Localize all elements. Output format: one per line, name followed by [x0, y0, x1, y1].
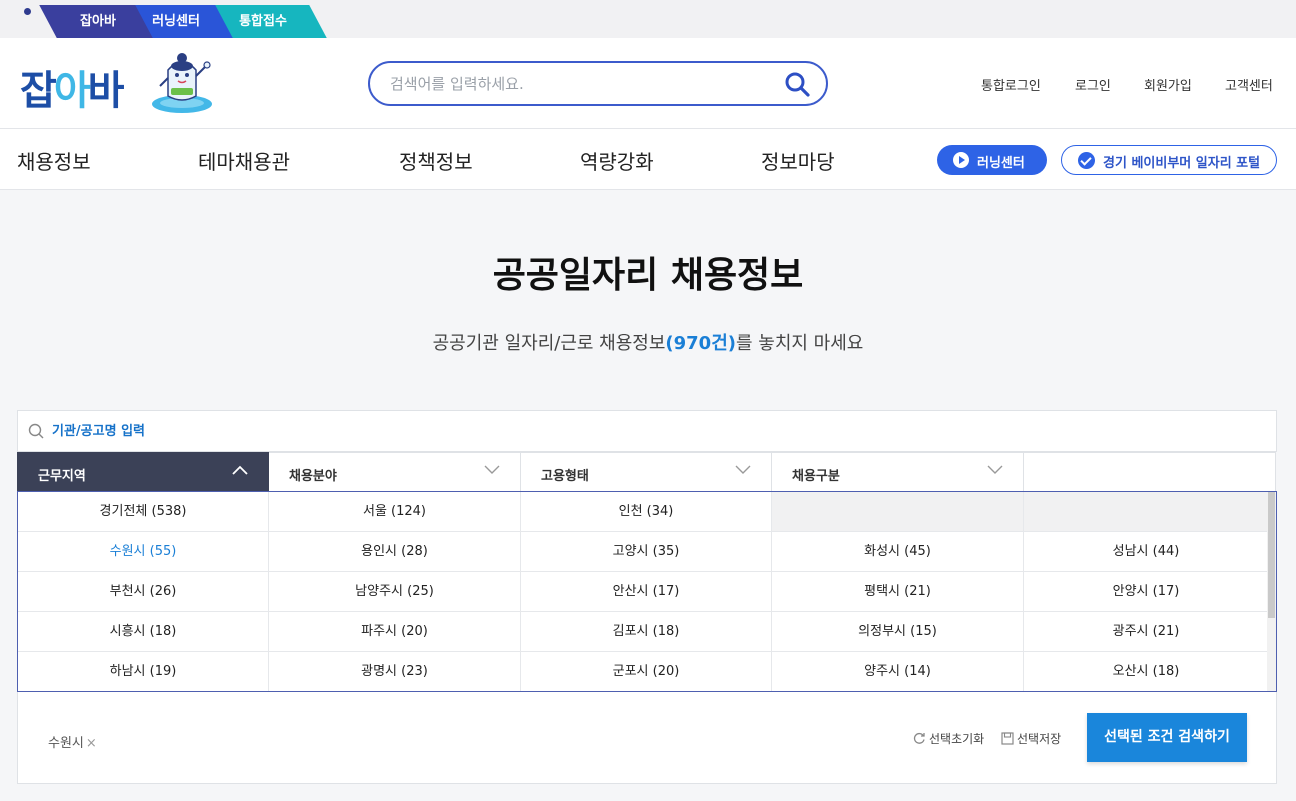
logo[interactable]: 잡아바: [20, 52, 220, 116]
tab-label: 채용분야: [289, 469, 337, 484]
portal-label: 경기 베이비부머 일자리 포털: [1103, 156, 1261, 171]
region-option[interactable]: 오산시 (18): [1024, 652, 1269, 691]
tab-label: 근무지역: [38, 469, 86, 484]
learning-center-button[interactable]: 러닝센터: [937, 145, 1047, 175]
site-tab-jobaba[interactable]: 잡아바: [39, 5, 153, 38]
search-box[interactable]: [368, 61, 828, 106]
search-selected-button[interactable]: 선택된 조건 검색하기: [1087, 713, 1247, 762]
nav-item-jobs[interactable]: 채용정보: [17, 146, 91, 175]
region-option[interactable]: 양주시 (14): [772, 652, 1024, 691]
region-options-grid: 오산시 (18) 양주시 (14) 군포시 (20) 광명시 (23) 하남시 (19)…: [17, 491, 1277, 692]
tab-label: 채용구분: [792, 469, 840, 484]
region-option[interactable]: 군포시 (20): [521, 652, 772, 691]
region-option[interactable]: 수원시 (55): [18, 532, 269, 572]
tab-employment-type[interactable]: 고용형태: [521, 452, 772, 492]
region-option[interactable]: 화성시 (45): [772, 532, 1024, 572]
region-option[interactable]: 안양시 (17): [1024, 572, 1269, 612]
selected-chip[interactable]: 수원시 ×: [48, 732, 97, 751]
region-option[interactable]: 평택시 (21): [772, 572, 1024, 612]
region-option[interactable]: 하남시 (19): [18, 652, 269, 691]
refresh-icon: [913, 732, 925, 744]
save-selection-button[interactable]: 선택저장: [1001, 730, 1061, 747]
tab-field[interactable]: 채용분야: [269, 452, 521, 492]
job-count: (970건): [665, 333, 736, 354]
region-option[interactable]: 용인시 (28): [269, 532, 521, 572]
util-link-integrated-login[interactable]: 통합로그인: [981, 75, 1041, 94]
main-nav: 채용정보 테마채용관 정책정보 역량강화 정보마당 러닝센터 경기 베이비부머 …: [0, 128, 1296, 190]
region-option[interactable]: 인천 (34): [521, 492, 772, 532]
chevron-down-icon: [735, 465, 751, 474]
util-link-support[interactable]: 고객센터: [1225, 75, 1273, 94]
region-option[interactable]: 서울 (124): [269, 492, 521, 532]
chevron-down-icon: [987, 465, 1003, 474]
chip-label: 수원시: [48, 736, 84, 751]
page-title: 공공일자리 채용정보: [492, 255, 804, 296]
chevron-up-icon: [232, 465, 248, 475]
nav-item-policy[interactable]: 정책정보: [399, 146, 473, 175]
subtitle-text: 공공기관 일자리/근로 채용정보: [432, 333, 666, 354]
check-circle-icon: [1078, 152, 1095, 169]
region-option[interactable]: 남양주시 (25): [269, 572, 521, 612]
nav-item-theme[interactable]: 테마채용관: [198, 146, 290, 175]
region-option[interactable]: 파주시 (20): [269, 612, 521, 652]
decorative-dot: [24, 8, 31, 15]
reset-selection-button[interactable]: 선택초기화: [913, 730, 984, 747]
keyword-input[interactable]: [52, 420, 652, 442]
region-option[interactable]: 광명시 (23): [269, 652, 521, 691]
subtitle-text: 를 놓치지 마세요: [736, 333, 864, 354]
mascot-icon: [152, 53, 212, 113]
region-option[interactable]: 시흥시 (18): [18, 612, 269, 652]
keyword-search-box[interactable]: [17, 410, 1277, 452]
region-option[interactable]: 광주시 (21): [1024, 612, 1269, 652]
play-icon: [953, 152, 969, 168]
tab-label: 고용형태: [541, 469, 589, 484]
scrollbar[interactable]: [1267, 492, 1276, 691]
region-empty-cell: [772, 492, 1024, 532]
region-option[interactable]: 안산시 (17): [521, 572, 772, 612]
save-icon: [1001, 732, 1014, 745]
close-icon[interactable]: ×: [86, 736, 97, 751]
region-option[interactable]: 의정부시 (15): [772, 612, 1024, 652]
region-option[interactable]: 성남시 (44): [1024, 532, 1269, 572]
util-link-login[interactable]: 로그인: [1075, 75, 1111, 94]
tab-empty: [1024, 452, 1276, 492]
region-option[interactable]: 고양시 (35): [521, 532, 772, 572]
logo-part: 잡: [20, 68, 57, 114]
scrollbar-thumb[interactable]: [1268, 492, 1275, 618]
portal-button[interactable]: 경기 베이비부머 일자리 포털: [1061, 145, 1277, 175]
page-subtitle: 공공기관 일자리/근로 채용정보(970건)를 놓치지 마세요: [0, 329, 1296, 355]
nav-item-skills[interactable]: 역량강화: [580, 146, 654, 175]
search-icon[interactable]: [784, 71, 810, 97]
region-option[interactable]: 김포시 (18): [521, 612, 772, 652]
site-tab-label: 잡아바: [80, 14, 116, 29]
util-link-signup[interactable]: 회원가입: [1144, 75, 1192, 94]
search-icon: [28, 423, 44, 439]
save-label: 선택저장: [1017, 732, 1062, 746]
logo-text: 잡아바: [20, 58, 125, 116]
region-option[interactable]: 부천시 (26): [18, 572, 269, 612]
learning-center-label: 러닝센터: [977, 156, 1025, 171]
search-input[interactable]: [390, 72, 770, 96]
tab-recruit-type[interactable]: 채용구분: [772, 452, 1024, 492]
region-empty-cell: [1024, 492, 1269, 532]
logo-part: 아: [53, 68, 91, 114]
selection-bar: 수원시 × 선택초기화 선택저장 선택된 조건 검색하기: [17, 692, 1277, 784]
reset-label: 선택초기화: [929, 732, 985, 746]
site-switcher-bar: 잡아바 러닝센터 통합접수: [0, 0, 1296, 38]
tab-region[interactable]: 근무지역: [17, 452, 269, 492]
nav-item-info[interactable]: 정보마당: [761, 146, 835, 175]
chevron-down-icon: [484, 465, 500, 474]
header: 잡아바 통합로그인 로그인 회원가입 고객센터: [0, 38, 1296, 128]
region-option[interactable]: 경기전체 (538): [18, 492, 269, 532]
logo-part: 바: [87, 68, 125, 114]
